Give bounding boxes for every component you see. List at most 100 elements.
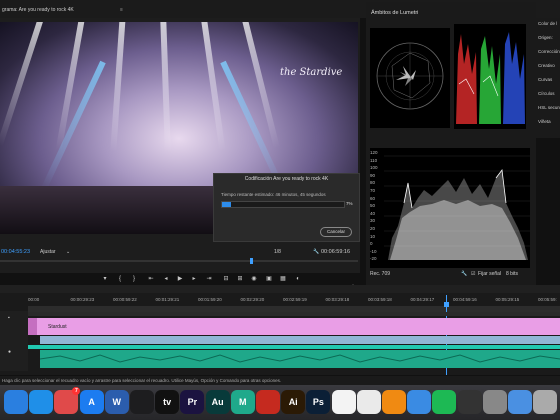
waveform-tick-label: 120 — [370, 150, 378, 155]
itunes-icon[interactable] — [331, 390, 356, 414]
step-back-icon[interactable]: ◂ — [162, 275, 170, 283]
finder-icon[interactable] — [4, 390, 28, 414]
lumetri-section-item[interactable]: Origen: — [538, 35, 553, 41]
ruler-timecode: 00:01:29:21 — [155, 297, 180, 302]
lumetri-section-item[interactable]: HSL secun — [538, 105, 560, 111]
resolution-dropdown[interactable]: 1/8 — [274, 249, 281, 255]
ruler-timecode: 00:02:29:20 — [240, 297, 265, 302]
vlc-icon[interactable] — [382, 390, 406, 414]
waveform-tick-label: 0 — [370, 241, 373, 247]
comparison-view-icon[interactable]: ▣ — [265, 275, 273, 283]
waveform-tick-label: 110 — [370, 157, 378, 163]
fit-dropdown[interactable]: Ajustar — [40, 249, 56, 255]
track-lock-icon[interactable]: ▪ — [8, 315, 10, 321]
cancel-button[interactable]: Cancelar — [320, 227, 352, 237]
step-forward-icon[interactable]: ▸ — [190, 275, 198, 283]
wrench-icon[interactable]: 🔧 — [313, 249, 319, 255]
encoding-progress-bar — [221, 201, 345, 208]
lumetri-section-item[interactable]: Círculos — [538, 91, 555, 97]
go-to-out-icon[interactable]: ⇥ — [205, 275, 213, 283]
illustrator-icon[interactable]: Ai — [281, 390, 306, 414]
folder-icon[interactable] — [407, 390, 432, 414]
media-encoder-icon[interactable]: M — [230, 390, 255, 414]
time-ruler[interactable]: 00:00 00:00:29:23 00:00:59:22 00:01:29:21 00… — [28, 297, 560, 305]
mark-out-icon[interactable]: } — [130, 275, 138, 283]
lumetri-section-item[interactable]: Corrección — [538, 49, 560, 55]
ruler-timecode: 00:00 — [28, 297, 40, 302]
audio-app-icon[interactable] — [457, 390, 482, 414]
fit-dropdown-arrow-icon[interactable]: ⌄ — [66, 249, 70, 255]
monitor-info-bar: 00:04:55:23 Ajustar ⌄ 1/8 🔧 00:06:59:16 — [0, 246, 360, 258]
waveform-tick-label: 100 — [370, 165, 378, 171]
lumetri-section-item[interactable]: Curvas — [538, 77, 552, 83]
progress-fill — [222, 202, 231, 207]
extract-icon[interactable]: ⊞ — [236, 275, 244, 283]
video-clip[interactable]: Stardust — [28, 318, 560, 335]
export-frame-icon[interactable]: ◉ — [250, 275, 258, 283]
watermark-logo: the Stardive — [280, 67, 343, 78]
acrobat-icon[interactable] — [256, 390, 280, 414]
duration-timecode: 00:06:59:16 — [321, 249, 351, 255]
rgb-parade — [454, 24, 526, 129]
disk-utility-icon[interactable] — [482, 390, 507, 414]
track-audio-icon[interactable]: ● — [8, 349, 11, 355]
clip-start-handle[interactable] — [28, 318, 37, 335]
wrench-settings-icon[interactable]: 🔧 — [461, 271, 467, 277]
dialog-title: Codificación Are you ready to rock 4K — [244, 176, 329, 182]
lumetri-scopes-panel: Ámbitos de Lumetri 120 110 100 90 80 70 60 50 40… — [366, 2, 536, 285]
playhead-handle[interactable] — [444, 302, 449, 307]
proxy-icon[interactable]: ▦ — [279, 275, 287, 283]
ruler-timecode: 00:04:29:17 — [410, 297, 435, 302]
ruler-timecode: 00:03:29:18 — [325, 297, 350, 302]
current-timecode[interactable]: 00:04:55:23 — [1, 249, 30, 255]
status-text: Haga clic para seleccionar el recuadro v… — [2, 378, 282, 383]
chrome-icon[interactable] — [356, 390, 381, 414]
monitor-tab-menu[interactable]: ≡ — [120, 7, 123, 13]
adjustment-clip[interactable] — [40, 336, 560, 344]
vectorscope — [370, 28, 450, 128]
lumetri-footer: Rec. 709 🔧 ☑ Fijar señal 8 bits — [366, 268, 536, 280]
lumetri-section-item[interactable]: Color de l — [538, 21, 557, 27]
waveform-tick-label: 70 — [370, 188, 376, 193]
waveform-tick-label: 10 — [370, 233, 376, 239]
lumetri-section-item[interactable]: Viñeta — [538, 119, 551, 125]
audio-clip[interactable] — [39, 350, 560, 368]
monitor-scrubber[interactable] — [0, 258, 358, 264]
messages-icon[interactable]: 7 — [54, 387, 81, 414]
waveform-tick-label: 30 — [370, 218, 376, 224]
app-store-icon[interactable]: A — [79, 390, 104, 414]
video-track-2[interactable] — [28, 312, 560, 316]
lumetri-section-item[interactable]: Creativo — [538, 63, 555, 69]
waveform-monitor: 120 110 100 90 80 70 60 50 40 30 20 10 0 -10 -20 — [370, 148, 530, 268]
word-icon[interactable]: W — [104, 390, 129, 414]
bit-depth-dropdown[interactable]: 8 bits — [506, 271, 518, 277]
premiere-icon[interactable]: Pr — [180, 390, 205, 414]
ruler-timecode: 00:00:59:22 — [113, 297, 137, 302]
photoshop-icon[interactable]: Ps — [306, 390, 331, 414]
go-to-in-icon[interactable]: ⇤ — [147, 275, 155, 283]
vr-icon[interactable]: ◐ — [294, 275, 302, 283]
audio-sync-clip[interactable] — [28, 345, 560, 349]
play-icon[interactable]: ▶ — [176, 275, 184, 283]
playhead-marker[interactable] — [250, 258, 253, 264]
waveform-tick-label: -10 — [370, 248, 377, 254]
audition-icon[interactable]: Au — [205, 390, 230, 414]
safari-icon[interactable] — [29, 390, 54, 414]
ruler-timecode: 00:05:59: — [538, 297, 557, 302]
mark-in-icon[interactable]: { — [116, 275, 124, 283]
trash-icon[interactable] — [533, 390, 558, 414]
clamp-signal-checkbox[interactable]: ☑ — [471, 271, 475, 277]
lift-icon[interactable]: ⊟ — [222, 275, 230, 283]
clip-label: Stardust — [48, 324, 67, 330]
spotify-icon[interactable] — [432, 390, 457, 414]
macos-dock: 7 A Wtv Pr Au M Ai Ps — [0, 385, 560, 420]
clamp-signal-label: Fijar señal — [478, 271, 502, 277]
colorspace-label[interactable]: Rec. 709 — [370, 271, 390, 277]
track-headers: ▪ ● — [0, 311, 28, 371]
lumetri-color-panel: Color de l Origen: Corrección Creativo Curva… — [536, 18, 560, 138]
apple-tv-icon[interactable]: tv — [155, 390, 180, 414]
progress-percent: 7% — [346, 201, 353, 206]
apple-music-icon[interactable] — [130, 390, 154, 414]
downloads-icon[interactable] — [508, 390, 532, 414]
marker-icon[interactable]: ▾ — [101, 275, 109, 283]
